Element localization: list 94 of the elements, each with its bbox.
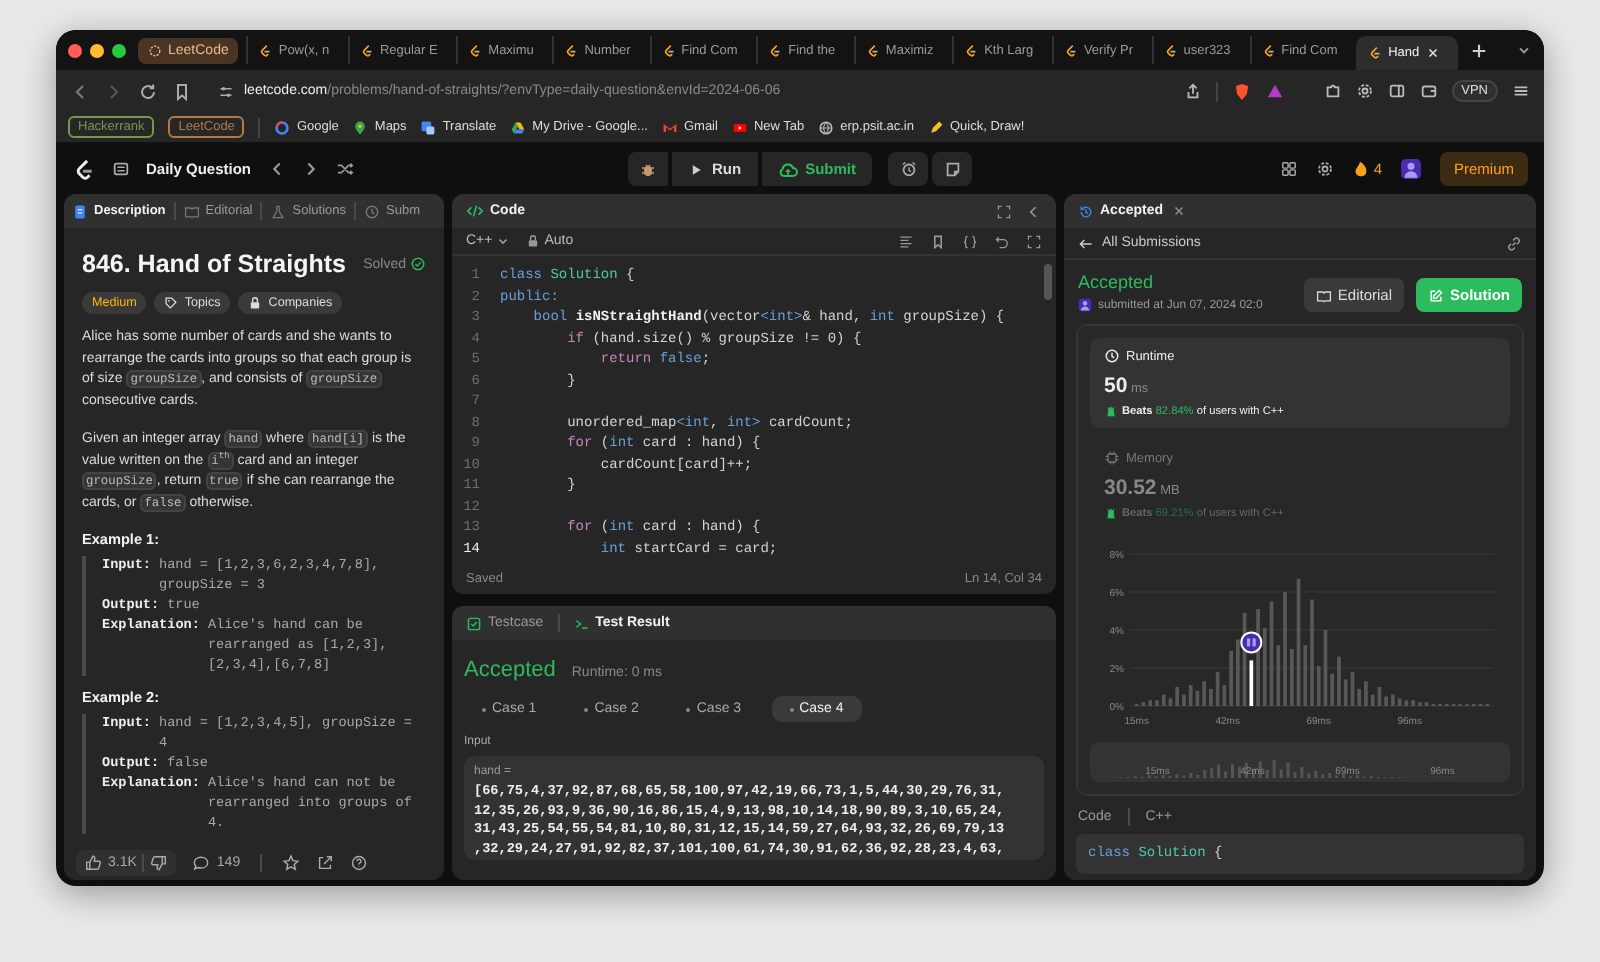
alarm-icon xyxy=(899,160,917,178)
video-icon xyxy=(731,119,748,135)
history-icon xyxy=(1078,203,1094,219)
fullscreen-icon[interactable] xyxy=(1026,233,1042,249)
result-verdict: Accepted xyxy=(464,658,556,682)
clock-icon xyxy=(1104,348,1120,364)
link-icon[interactable] xyxy=(1506,235,1522,251)
back-icon[interactable] xyxy=(70,81,90,101)
leetcode-icon xyxy=(1368,46,1383,60)
trophy-icon xyxy=(1104,404,1118,418)
code-icon xyxy=(466,202,484,220)
arrow-left-icon xyxy=(1078,235,1094,251)
map-pin-icon xyxy=(352,119,369,135)
leetcode-icon xyxy=(1261,43,1276,57)
debug-button[interactable] xyxy=(627,152,668,186)
globe-icon xyxy=(818,119,835,135)
leetcode-icon xyxy=(1063,43,1078,57)
grid-icon[interactable] xyxy=(1279,160,1298,178)
avatar-icon[interactable] xyxy=(1399,158,1422,180)
checkbox-icon xyxy=(466,615,482,631)
dotted-circle-icon xyxy=(148,43,162,57)
timer-button[interactable] xyxy=(888,152,928,186)
note-icon xyxy=(943,160,961,178)
book-icon xyxy=(1315,287,1332,303)
submission-verdict: Accepted xyxy=(1078,272,1156,292)
reset-icon[interactable] xyxy=(994,233,1010,249)
sidebar-icon[interactable] xyxy=(1387,82,1406,100)
chevron-down-icon xyxy=(496,234,511,248)
format-icon[interactable] xyxy=(898,233,914,249)
leetcode-icon xyxy=(964,43,979,57)
bookmark-icon[interactable] xyxy=(172,81,192,101)
collapse-icon[interactable] xyxy=(1026,203,1042,219)
lion-icon[interactable] xyxy=(1231,81,1252,101)
leetcode-icon xyxy=(768,43,783,57)
leetcode-icon xyxy=(468,43,483,57)
gear-icon[interactable] xyxy=(1355,82,1374,100)
mail-icon xyxy=(661,119,678,135)
list-icon xyxy=(112,160,130,178)
play-icon xyxy=(687,161,704,177)
problem-title: 846. Hand of Straights xyxy=(82,250,346,278)
translate-icon xyxy=(420,119,437,135)
wallet-icon[interactable] xyxy=(1419,82,1438,100)
flask-icon xyxy=(270,203,287,219)
braces-icon[interactable] xyxy=(962,233,978,249)
trophy-icon xyxy=(1104,506,1118,520)
cloud-upload-icon xyxy=(777,159,798,179)
tag-icon xyxy=(164,296,179,310)
previous-icon[interactable] xyxy=(267,160,286,178)
thumbs-up-icon xyxy=(84,853,102,871)
settings-icon[interactable] xyxy=(1315,160,1334,178)
drive-icon xyxy=(510,119,527,135)
book-icon xyxy=(183,203,200,219)
edit-icon xyxy=(1428,287,1444,303)
leetcode-icon xyxy=(661,43,676,57)
terminal-icon xyxy=(573,615,590,631)
thumbs-down-icon[interactable] xyxy=(150,853,169,871)
external-link-icon[interactable] xyxy=(316,853,335,871)
lock-icon xyxy=(526,234,541,248)
star-icon[interactable] xyxy=(282,853,301,871)
scrollbar[interactable] xyxy=(1044,264,1052,300)
bug-icon xyxy=(637,159,658,179)
tune-icon xyxy=(218,83,234,99)
comment-icon xyxy=(192,853,211,871)
clock-icon xyxy=(364,203,380,219)
chevron-down-icon[interactable] xyxy=(1515,42,1532,58)
extensions-icon[interactable] xyxy=(1323,82,1342,100)
document-icon xyxy=(72,203,88,219)
leetcode-icon xyxy=(865,43,880,57)
leetcode-icon xyxy=(1163,43,1178,57)
window-close-button[interactable] xyxy=(68,43,82,57)
lock-icon xyxy=(248,296,263,310)
check-circle-icon xyxy=(410,256,426,272)
avatar-icon xyxy=(1078,298,1092,312)
share-icon[interactable] xyxy=(1183,82,1202,100)
chip-icon xyxy=(1104,450,1120,466)
bookmark-icon[interactable] xyxy=(930,233,946,249)
fullscreen-icon[interactable] xyxy=(996,203,1012,219)
menu-icon[interactable] xyxy=(1512,82,1530,100)
google-icon xyxy=(274,119,291,135)
leetcode-icon xyxy=(258,43,273,57)
shuffle-icon[interactable] xyxy=(335,160,354,178)
flame-icon xyxy=(1351,160,1370,178)
logo-icon[interactable] xyxy=(72,157,96,181)
help-icon[interactable] xyxy=(350,853,369,871)
leetcode-icon xyxy=(564,43,579,57)
reload-icon[interactable] xyxy=(138,81,158,101)
window-minimize-button[interactable] xyxy=(90,43,104,57)
leetcode-icon xyxy=(359,43,374,57)
window-zoom-button[interactable] xyxy=(112,43,126,57)
avatar-marker xyxy=(1240,631,1263,654)
triangle-icon[interactable] xyxy=(1265,82,1284,100)
new-tab-icon[interactable] xyxy=(1469,41,1488,59)
pencil-icon xyxy=(927,119,944,135)
notes-button[interactable] xyxy=(932,152,972,186)
